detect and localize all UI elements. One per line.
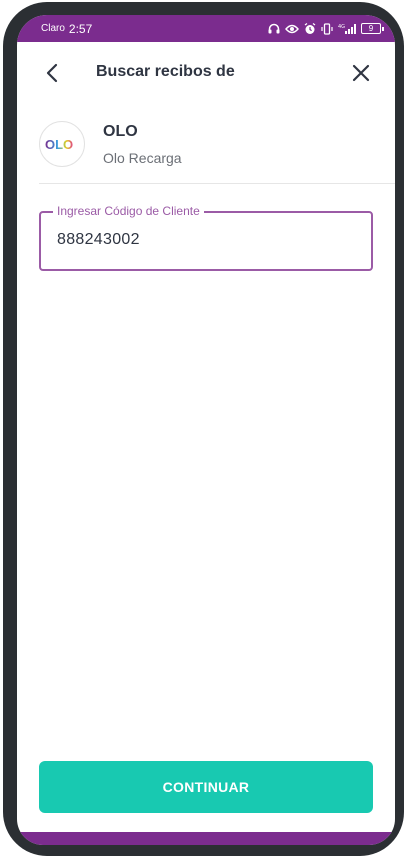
biller-info: OLO OLO Olo Recarga	[39, 119, 379, 173]
status-clock: 2:57	[68, 21, 93, 36]
signal-icon: 4G	[338, 23, 356, 35]
svg-text:OLO: OLO	[45, 137, 73, 151]
biller-name: OLO	[103, 123, 138, 140]
client-code-field[interactable]: Ingresar Código de Cliente	[39, 204, 373, 271]
status-icons: 4G 9	[268, 22, 384, 35]
client-code-label: Ingresar Código de Cliente	[53, 204, 204, 218]
client-code-input[interactable]	[57, 231, 357, 249]
battery-level: 9	[368, 23, 374, 33]
volume-button	[3, 198, 8, 302]
network-type: 4G	[338, 24, 345, 30]
power-button	[399, 224, 404, 270]
headphones-icon	[268, 23, 280, 34]
biller-subtitle: Olo Recarga	[103, 150, 182, 166]
back-button[interactable]	[41, 61, 65, 85]
biller-logo: OLO	[39, 121, 85, 167]
continue-button[interactable]: CONTINUAR	[39, 761, 373, 813]
battery-icon: 9	[361, 23, 384, 34]
olo-logo-icon: OLO	[45, 137, 73, 151]
page-title: Buscar recibos de	[96, 63, 235, 80]
chevron-left-icon	[46, 63, 58, 83]
eye-icon	[285, 24, 299, 34]
carrier-name: Claro	[41, 23, 65, 34]
alarm-icon	[304, 22, 316, 35]
close-button[interactable]	[349, 61, 373, 85]
divider	[39, 183, 395, 184]
side-key	[399, 316, 404, 378]
bottom-nav-bar	[17, 832, 395, 845]
close-icon	[352, 64, 370, 82]
app-header: Buscar recibos de	[17, 55, 395, 91]
status-bar: Claro 2:57 4G 9	[17, 15, 395, 42]
app-screen: Claro 2:57 4G 9 Buscar recibos de OLO OL…	[17, 15, 395, 845]
vibrate-icon	[321, 22, 333, 35]
phone-frame: Claro 2:57 4G 9 Buscar recibos de OLO OL…	[3, 2, 404, 856]
